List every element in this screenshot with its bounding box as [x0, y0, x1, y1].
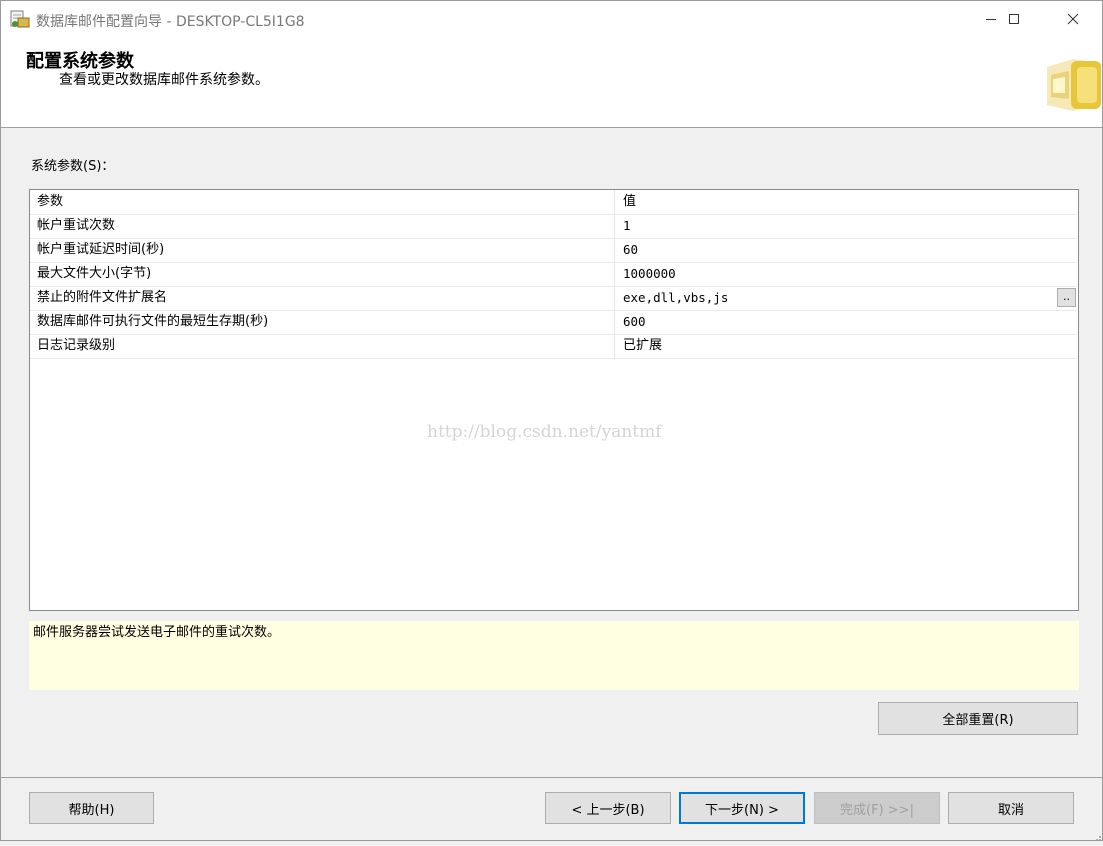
param-name: 日志记录级别 [30, 334, 615, 358]
table-row[interactable]: 数据库邮件可执行文件的最短生存期(秒) 600 [30, 310, 1078, 335]
reset-all-button[interactable]: 全部重置(R) [878, 702, 1078, 735]
param-name: 禁止的附件文件扩展名 [30, 286, 615, 310]
close-icon [1067, 13, 1079, 25]
sql-server-logo-icon [1043, 53, 1103, 115]
description-text: 邮件服务器尝试发送电子邮件的重试次数。 [33, 625, 281, 640]
page-subtitle: 查看或更改数据库邮件系统参数。 [59, 72, 269, 88]
next-button[interactable]: 下一步(N) > [679, 792, 805, 824]
close-button[interactable] [1050, 1, 1096, 37]
back-button[interactable]: < 上一步(B) [545, 792, 671, 824]
system-params-label: 系统参数(S)： [31, 159, 115, 174]
edit-extensions-button[interactable]: .. [1057, 288, 1076, 307]
description-panel: 邮件服务器尝试发送电子邮件的重试次数。 [29, 621, 1079, 690]
table-row[interactable]: 最大文件大小(字节) 1000000 [30, 262, 1078, 287]
column-header-value[interactable]: 值 [615, 190, 1078, 214]
footer-divider [1, 777, 1102, 778]
grid-header-row: 参数 值 [30, 190, 1078, 215]
wizard-header: 配置系统参数 查看或更改数据库邮件系统参数。 [1, 37, 1102, 128]
table-row[interactable]: 帐户重试次数 1 [30, 214, 1078, 239]
table-row[interactable]: 禁止的附件文件扩展名 exe,dll,vbs,js .. [30, 286, 1078, 311]
param-name: 数据库邮件可执行文件的最短生存期(秒) [30, 310, 615, 334]
table-row[interactable]: 日志记录级别 已扩展 [30, 334, 1078, 359]
param-name: 最大文件大小(字节) [30, 262, 615, 286]
param-name: 帐户重试次数 [30, 214, 615, 238]
param-value[interactable]: 已扩展 [615, 334, 1078, 358]
window-title: 数据库邮件配置向导 - DESKTOP-CL5I1G8 [36, 14, 305, 30]
param-value[interactable]: exe,dll,vbs,js [615, 286, 1078, 310]
table-row[interactable]: 帐户重试延迟时间(秒) 60 [30, 238, 1078, 263]
help-button[interactable]: 帮助(H) [29, 792, 154, 824]
column-header-param[interactable]: 参数 [30, 190, 615, 214]
finish-button[interactable]: 完成(F) >>| [814, 792, 940, 824]
watermark: http://blog.csdn.net/yantmf [427, 422, 662, 442]
param-value[interactable]: 60 [615, 238, 1078, 262]
resize-grip-icon[interactable] [1093, 831, 1102, 841]
system-params-grid[interactable]: 参数 值 帐户重试次数 1 帐户重试延迟时间(秒) 60 最大文件大小(字节) … [29, 189, 1079, 611]
maximize-icon [1009, 14, 1019, 24]
maximize-button[interactable] [991, 1, 1037, 37]
param-value[interactable]: 1000000 [615, 262, 1078, 286]
param-value[interactable]: 1 [615, 214, 1078, 238]
cancel-button[interactable]: 取消 [948, 792, 1074, 824]
title-bar[interactable]: 数据库邮件配置向导 - DESKTOP-CL5I1G8 [1, 1, 1102, 37]
param-value[interactable]: 600 [615, 310, 1078, 334]
param-name: 帐户重试延迟时间(秒) [30, 238, 615, 262]
app-icon [10, 9, 30, 29]
wizard-window: 数据库邮件配置向导 - DESKTOP-CL5I1G8 配置系统参数 查看或更改… [0, 0, 1103, 841]
